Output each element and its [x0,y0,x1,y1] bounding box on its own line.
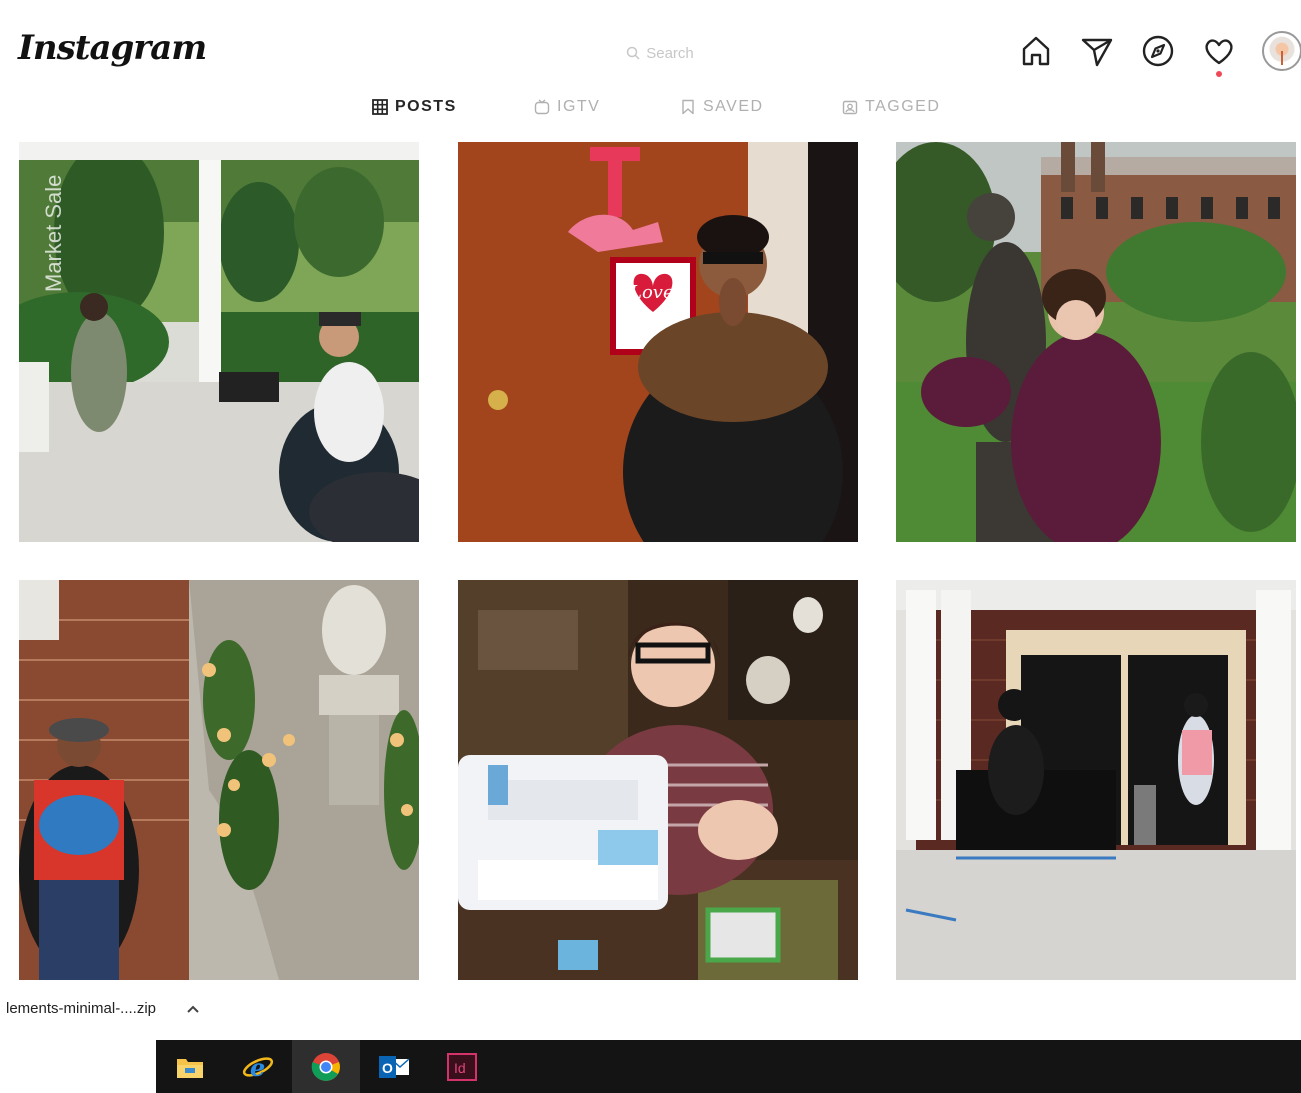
download-file-name: lements-minimal-....zip [6,1000,157,1017]
download-item[interactable]: lements-minimal-....zip [6,1000,200,1017]
post-thumbnail-6[interactable] [896,580,1296,980]
tab-tagged-label: TAGGED [865,98,941,115]
outlook-icon[interactable]: O [360,1040,428,1093]
direct-icon[interactable] [1079,33,1115,69]
internet-explorer-icon[interactable]: e [224,1040,292,1093]
notification-dot [1216,71,1222,77]
activity-icon[interactable] [1201,33,1237,77]
post-thumbnail-3[interactable] [896,142,1296,542]
home-icon[interactable] [1018,33,1054,69]
tab-igtv[interactable]: IGTV [534,95,680,119]
tab-saved[interactable]: SAVED [680,95,842,119]
svg-text:Id: Id [454,1060,466,1076]
search-input[interactable]: Search [580,38,740,68]
taskbar: e O Id [156,1040,1301,1093]
post-thumbnail-2[interactable]: Love [458,142,858,542]
post-thumbnail-1[interactable]: Market Sale [19,142,419,542]
post-1-overlay-text: Market Sale [41,175,66,292]
post-thumbnail-4[interactable] [19,580,419,980]
tab-saved-label: SAVED [703,98,764,115]
svg-text:e: e [250,1053,265,1082]
tab-igtv-label: IGTV [557,98,601,115]
post-thumbnail-5[interactable] [458,580,858,980]
search-icon [626,46,640,60]
svg-text:O: O [382,1060,393,1076]
nav-icons [1018,31,1301,77]
instagram-logo[interactable]: Instagram [18,28,207,68]
chevron-up-icon[interactable] [186,1002,200,1016]
tagged-icon [842,99,858,115]
tab-posts[interactable]: POSTS [372,95,534,119]
bookmark-icon [680,99,696,115]
explore-icon[interactable] [1140,33,1176,69]
tab-tagged[interactable]: TAGGED [842,95,940,119]
file-explorer-icon[interactable] [156,1040,224,1093]
indesign-icon[interactable]: Id [428,1040,496,1093]
chrome-icon[interactable] [292,1040,360,1093]
grid-icon [372,99,388,115]
search-placeholder: Search [646,44,694,62]
profile-avatar[interactable] [1262,31,1301,71]
igtv-icon [534,99,550,115]
profile-tabs: POSTS IGTV SAVED TAGGED [372,95,940,119]
tab-posts-label: POSTS [395,98,457,115]
post-2-overlay-text: Love [629,282,674,303]
